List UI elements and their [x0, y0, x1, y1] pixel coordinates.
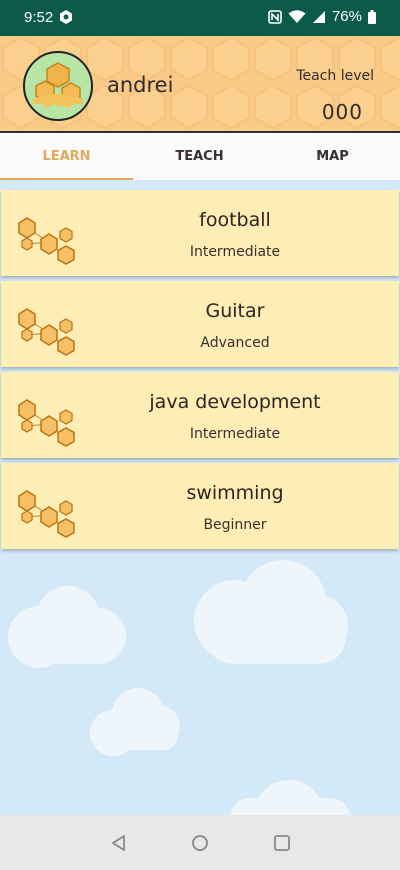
skill-title: Guitar [205, 300, 265, 322]
skill-level: Advanced [200, 335, 270, 351]
battery-percent: 76% [331, 8, 362, 25]
tab-learn[interactable]: LEARN [0, 133, 133, 180]
tab-teach[interactable]: TEACH [133, 133, 266, 180]
app-notification-icon [60, 10, 72, 24]
skills-list-area: football Intermediate Guitar Advanced ja… [0, 180, 400, 815]
skill-level: Intermediate [189, 244, 281, 260]
recents-icon[interactable] [271, 832, 293, 854]
home-icon[interactable] [189, 832, 211, 854]
skill-level: Beginner [203, 517, 267, 533]
skill-title: java development [149, 391, 321, 413]
honeycomb-icon [18, 490, 75, 538]
honeycomb-icon [18, 217, 75, 265]
battery-icon [368, 9, 376, 24]
skill-title: football [199, 209, 271, 231]
nfc-icon [268, 9, 282, 24]
teach-level-label: Teach level [296, 68, 374, 84]
profile-header: andrei Teach level 000 [0, 36, 400, 133]
honeycomb-icon [18, 308, 75, 356]
status-icons: 76% [268, 8, 376, 25]
skill-level: Intermediate [189, 426, 281, 442]
skill-title: swimming [186, 482, 284, 504]
status-bar: 9:52 76% [0, 0, 400, 36]
skill-card[interactable]: football Intermediate [1, 190, 399, 276]
tab-map[interactable]: MAP [266, 133, 399, 180]
tab-bar: LEARN TEACH MAP [0, 133, 400, 180]
back-icon[interactable] [108, 832, 130, 854]
cell-signal-icon [312, 10, 325, 23]
system-nav-bar [0, 815, 400, 870]
honeycomb-icon [18, 399, 75, 447]
skill-card[interactable]: Guitar Advanced [1, 281, 399, 367]
username: andrei [107, 73, 174, 97]
status-time: 9:52 [24, 9, 54, 26]
teach-level-value: 000 [321, 100, 363, 124]
skill-card[interactable]: java development Intermediate [1, 372, 399, 458]
honeycomb-avatar-icon [33, 62, 83, 109]
skill-card[interactable]: swimming Beginner [1, 463, 399, 549]
wifi-icon [288, 9, 306, 23]
avatar[interactable] [23, 51, 93, 121]
